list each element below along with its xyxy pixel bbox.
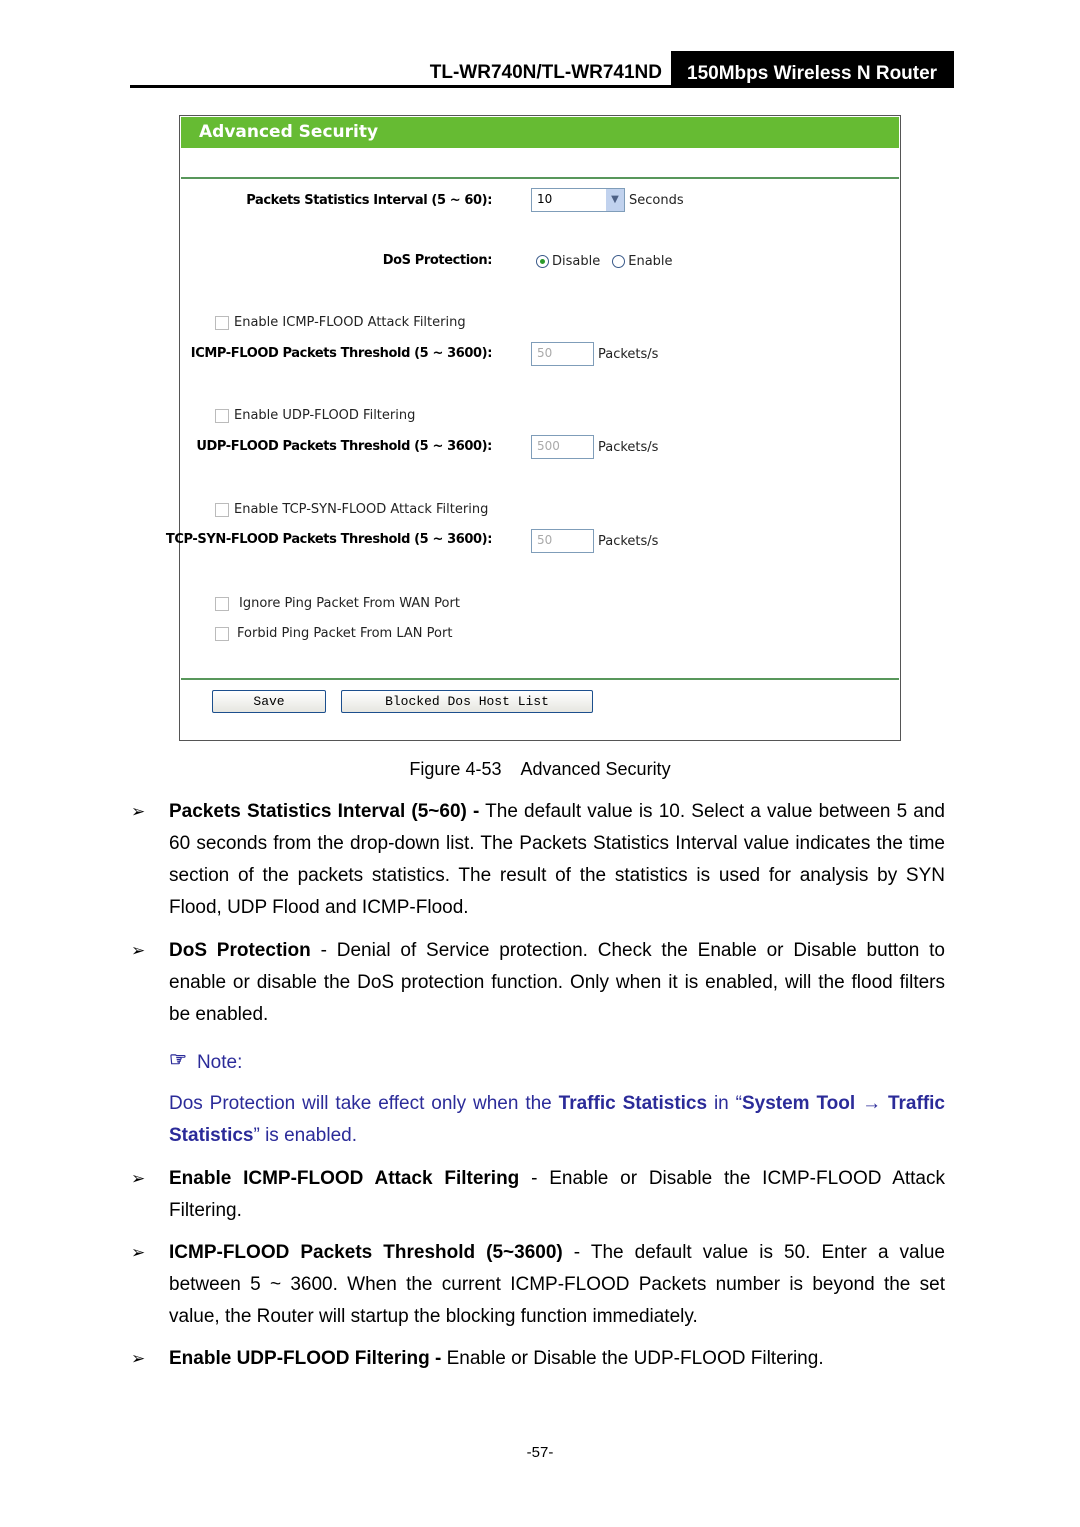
- dos-enable-radio[interactable]: [612, 255, 626, 268]
- interval-label: Packets Statistics Interval (5 ~ 60):: [246, 193, 492, 208]
- udp-unit: Packets/s: [598, 439, 659, 455]
- ignore-ping-checkbox[interactable]: [215, 596, 229, 611]
- tcp-syn-threshold-label: TCP-SYN-FLOOD Packets Threshold (5 ~ 360…: [165, 532, 493, 547]
- dos-disable-radio[interactable]: [536, 255, 549, 268]
- udp-filter-checkbox[interactable]: [215, 408, 229, 423]
- tcp-syn-filter-label: Enable TCP-SYN-FLOOD Attack Filtering: [234, 502, 489, 517]
- dos-enable-label: Enable: [628, 254, 673, 269]
- chevron-down-icon: ▼: [606, 189, 624, 211]
- icmp-threshold-label: ICMP-FLOOD Packets Threshold (5 ~ 3600):: [190, 346, 493, 361]
- bullet-arrow-icon: ➢: [131, 802, 146, 821]
- blocked-dos-host-list-button[interactable]: Blocked Dos Host List: [341, 690, 593, 713]
- note-title: Note:: [196, 1052, 243, 1073]
- ignore-ping-label: Ignore Ping Packet From WAN Port: [239, 596, 460, 611]
- udp-filter-label: Enable UDP-FLOOD Filtering: [234, 408, 416, 423]
- interval-select[interactable]: 10 ▼: [531, 188, 625, 212]
- tcp-syn-filter-checkbox[interactable]: [215, 502, 229, 517]
- dos-label: DoS Protection:: [382, 253, 493, 268]
- save-button[interactable]: Save: [212, 690, 326, 713]
- bullet-dos: DoS Protection - Denial of Service prote…: [169, 940, 945, 1025]
- interval-value: 10: [537, 192, 553, 206]
- bullet-arrow-icon: ➢: [131, 941, 146, 960]
- panel-title: Advanced Security: [181, 117, 899, 148]
- tcp-syn-unit: Packets/s: [598, 533, 659, 549]
- bullet-icmp-threshold: ICMP-FLOOD Packets Threshold (5~3600) - …: [169, 1242, 945, 1327]
- pointing-hand-icon: ☞: [169, 1048, 187, 1071]
- forbid-ping-label: Forbid Ping Packet From LAN Port: [237, 626, 453, 641]
- forbid-ping-checkbox[interactable]: [215, 626, 229, 641]
- icmp-threshold-input[interactable]: 50: [531, 342, 594, 366]
- tcp-syn-threshold-input[interactable]: 50: [531, 529, 594, 553]
- interval-unit: Seconds: [629, 192, 684, 208]
- bullet-interval: Packets Statistics Interval (5~60) - The…: [169, 801, 945, 918]
- bullet-arrow-icon: ➢: [131, 1169, 146, 1188]
- header-product: 150Mbps Wireless N Router: [671, 51, 954, 87]
- divider: [181, 678, 899, 680]
- icmp-filter-label: Enable ICMP-FLOOD Attack Filtering: [234, 315, 466, 330]
- dos-disable-label: Disable: [552, 254, 601, 269]
- advanced-security-figure: Advanced Security Packets Statistics Int…: [166, 115, 901, 741]
- header-divider: [130, 85, 954, 88]
- udp-threshold-label: UDP-FLOOD Packets Threshold (5 ~ 3600):: [196, 439, 492, 454]
- note-heading: ☞ Note:: [169, 1049, 243, 1074]
- icmp-filter-checkbox[interactable]: [215, 315, 229, 330]
- icmp-unit: Packets/s: [598, 346, 659, 362]
- figure-caption: Figure 4-53 Advanced Security: [409, 759, 671, 779]
- header-model: TL-WR740N/TL-WR741ND: [429, 62, 662, 83]
- note-text: Dos Protection will take effect only whe…: [169, 1093, 946, 1146]
- bullet-arrow-icon: ➢: [131, 1349, 146, 1368]
- page-number: -57-: [526, 1444, 554, 1461]
- bullet-udp-enable: Enable UDP-FLOOD Filtering - Enable or D…: [169, 1348, 824, 1369]
- bullet-icmp-enable: Enable ICMP-FLOOD Attack Filtering - Ena…: [169, 1168, 946, 1221]
- divider: [181, 177, 899, 179]
- udp-threshold-input[interactable]: 500: [531, 435, 594, 459]
- bullet-arrow-icon: ➢: [131, 1243, 146, 1262]
